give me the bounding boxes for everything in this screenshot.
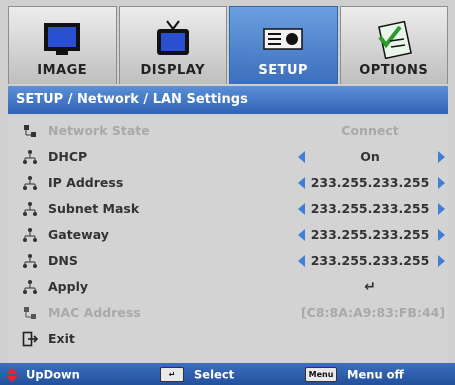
network-icon — [23, 228, 37, 242]
tab-bar: IMAGE DISPLAY SETUP OPTIONS — [8, 6, 448, 84]
arrow-right-icon[interactable] — [438, 203, 445, 215]
arrow-left-icon[interactable] — [298, 177, 305, 189]
network-icon — [23, 150, 37, 164]
menu-key-icon: Menu — [305, 367, 337, 382]
row-network-state: Network State Connect — [8, 118, 448, 144]
row-exit[interactable]: Exit — [8, 326, 448, 352]
subnet-mask-value: 233.255.233.255 — [310, 201, 430, 216]
hint-menu-label: Menu off — [347, 367, 404, 382]
updown-arrows-icon — [6, 367, 18, 382]
arrow-right-icon[interactable] — [438, 229, 445, 241]
dns-value: 233.255.233.255 — [310, 253, 430, 268]
network-icon — [23, 254, 37, 268]
tv-icon — [156, 20, 189, 55]
tab-options-label: OPTIONS — [359, 63, 429, 78]
tab-options[interactable]: OPTIONS — [339, 6, 448, 84]
tab-setup[interactable]: SETUP — [229, 6, 338, 84]
monitor-icon — [44, 23, 81, 55]
hint-select-label: Select — [194, 367, 235, 382]
arrow-right-icon[interactable] — [438, 151, 445, 163]
arrow-left-icon[interactable] — [298, 151, 305, 163]
projector-icon — [263, 28, 303, 50]
lan-settings-panel: Network State Connect DHCP On IP Address… — [8, 116, 448, 362]
arrow-left-icon[interactable] — [298, 255, 305, 267]
tab-display[interactable]: DISPLAY — [118, 6, 227, 84]
enter-icon[interactable]: ↵ — [308, 279, 432, 295]
arrow-right-icon[interactable] — [438, 255, 445, 267]
row-gateway[interactable]: Gateway 233.255.233.255 — [8, 222, 448, 248]
row-label: MAC Address — [48, 305, 141, 320]
hint-menu: Menu Menu off — [305, 367, 404, 382]
tab-display-label: DISPLAY — [140, 63, 206, 78]
row-apply[interactable]: Apply ↵ — [8, 274, 448, 300]
gateway-value: 233.255.233.255 — [310, 227, 430, 242]
network-state-icon — [24, 125, 36, 137]
exit-icon — [22, 331, 38, 347]
row-label: DNS — [48, 253, 78, 268]
breadcrumb: SETUP / Network / LAN Settings — [8, 86, 448, 114]
osd-menu: IMAGE DISPLAY SETUP OPTIONS SETUP / Netw… — [0, 0, 455, 385]
tab-image[interactable]: IMAGE — [8, 6, 117, 84]
row-label: Exit — [48, 331, 75, 346]
network-state-value: Connect — [341, 123, 399, 138]
arrow-left-icon[interactable] — [298, 229, 305, 241]
arrow-right-icon[interactable] — [438, 177, 445, 189]
mac-address-value: [C8:8A:A9:83:FB:44] — [300, 305, 446, 320]
hint-updown: UpDown — [6, 367, 80, 382]
network-icon — [23, 280, 37, 294]
row-dhcp[interactable]: DHCP On — [8, 144, 448, 170]
tab-image-label: IMAGE — [37, 63, 88, 78]
network-icon — [23, 202, 37, 216]
enter-key-icon: ↵ — [160, 367, 184, 382]
dhcp-value: On — [360, 149, 380, 164]
row-dns[interactable]: DNS 233.255.233.255 — [8, 248, 448, 274]
row-ip-address[interactable]: IP Address 233.255.233.255 — [8, 170, 448, 196]
mac-address-icon — [24, 307, 36, 319]
row-label: IP Address — [48, 175, 124, 190]
network-icon — [23, 176, 37, 190]
row-mac-address: MAC Address [C8:8A:A9:83:FB:44] — [8, 300, 448, 326]
hint-updown-label: UpDown — [26, 367, 80, 382]
tab-setup-label: SETUP — [258, 63, 309, 78]
arrow-left-icon[interactable] — [298, 203, 305, 215]
row-label: Apply — [48, 279, 89, 294]
hint-bar: UpDown ↵ Select Menu Menu off — [0, 363, 455, 385]
row-label: DHCP — [48, 149, 88, 164]
ip-address-value: 233.255.233.255 — [310, 175, 430, 190]
hint-select: ↵ Select — [160, 367, 234, 382]
row-subnet-mask[interactable]: Subnet Mask 233.255.233.255 — [8, 196, 448, 222]
row-label: Gateway — [48, 227, 109, 242]
checklist-icon — [377, 20, 412, 59]
row-label: Network State — [48, 123, 150, 138]
row-label: Subnet Mask — [48, 201, 140, 216]
